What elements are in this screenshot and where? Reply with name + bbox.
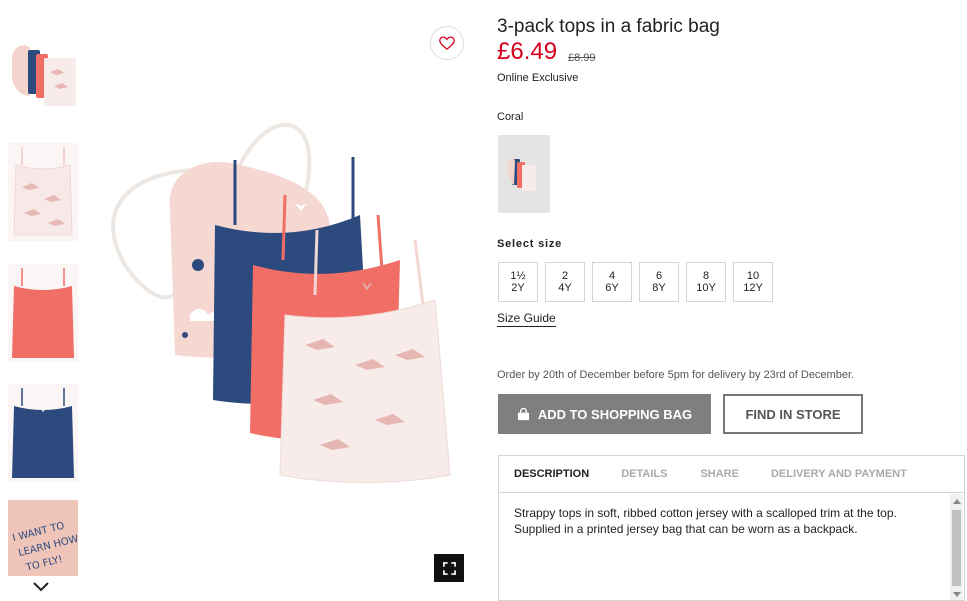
size-age-bottom: 2Y xyxy=(511,282,525,294)
favorite-button[interactable] xyxy=(430,26,464,60)
size-age-bottom: 6Y xyxy=(605,282,619,294)
scroll-up-arrow-icon[interactable] xyxy=(953,499,961,504)
info-tabs: DESCRIPTION DETAILS SHARE DELIVERY AND P… xyxy=(499,456,964,493)
thumbnail-pack-overview[interactable] xyxy=(8,38,78,110)
online-exclusive-badge: Online Exclusive xyxy=(497,72,579,84)
coral-top-image xyxy=(8,264,78,362)
tab-details[interactable]: DETAILS xyxy=(621,456,667,492)
main-product-image xyxy=(95,15,480,590)
product-illustration xyxy=(111,122,451,483)
size-age-top: 10 xyxy=(746,270,760,282)
thumbnail-white-bird-top[interactable] xyxy=(8,143,78,241)
size-age-bottom: 4Y xyxy=(558,282,572,294)
size-option[interactable]: 6 8Y xyxy=(639,262,679,302)
size-age-bottom: 8Y xyxy=(652,282,666,294)
tab-delivery-and-payment[interactable]: DELIVERY AND PAYMENT xyxy=(771,456,907,492)
size-age-top: 2 xyxy=(561,270,569,282)
thumbnail-pack-image xyxy=(12,45,76,106)
add-to-bag-button[interactable]: ADD TO SHOPPING BAG xyxy=(498,394,711,434)
swatch-image xyxy=(508,158,536,191)
navy-top-image xyxy=(8,384,78,482)
thumbnail-coral-top[interactable] xyxy=(8,264,78,362)
description-scrollbar[interactable] xyxy=(950,494,963,600)
size-options: 1½ 2Y 2 4Y 4 6Y 6 8Y 8 10Y 10 12Y xyxy=(498,262,773,302)
select-size-label: Select size xyxy=(497,238,563,250)
white-top-image xyxy=(8,143,78,241)
size-option[interactable]: 2 4Y xyxy=(545,262,585,302)
info-tabs-panel: DESCRIPTION DETAILS SHARE DELIVERY AND P… xyxy=(498,455,965,601)
color-name: Coral xyxy=(497,111,524,123)
delivery-cutoff-note: Order by 20th of December before 5pm for… xyxy=(497,369,855,381)
size-age-top: 6 xyxy=(655,270,663,282)
scrollbar-thumb[interactable] xyxy=(952,510,961,586)
product-title: 3-pack tops in a fabric bag xyxy=(497,16,720,37)
size-option[interactable]: 8 10Y xyxy=(686,262,726,302)
size-age-top: 1½ xyxy=(510,270,526,282)
size-guide-link[interactable]: Size Guide xyxy=(497,311,556,327)
tab-description[interactable]: DESCRIPTION xyxy=(514,456,589,492)
fullscreen-button[interactable] xyxy=(434,554,464,582)
find-in-store-button[interactable]: FIND IN STORE xyxy=(723,394,863,434)
expand-icon xyxy=(442,561,456,575)
size-option[interactable]: 4 6Y xyxy=(592,262,632,302)
add-to-bag-label: ADD TO SHOPPING BAG xyxy=(537,406,693,422)
thumbnails-next-button[interactable] xyxy=(30,578,52,596)
thumbnail-navy-top[interactable] xyxy=(8,384,78,482)
chevron-down-icon xyxy=(33,582,49,592)
product-details-panel: 3-pack tops in a fabric bag £6.49 £8.99 … xyxy=(497,0,967,601)
product-description: Strappy tops in soft, ribbed cotton jers… xyxy=(514,506,897,536)
color-swatch-coral[interactable] xyxy=(498,135,550,213)
size-age-top: 4 xyxy=(608,270,616,282)
original-price: £8.99 xyxy=(568,52,596,64)
thumbnail-bag-print[interactable]: I WANT TO LEARN HOW TO FLY! xyxy=(8,500,78,576)
size-option[interactable]: 1½ 2Y xyxy=(498,262,538,302)
size-age-bottom: 12Y xyxy=(743,282,763,294)
size-option[interactable]: 10 12Y xyxy=(733,262,773,302)
thumbnail-rail: I WANT TO LEARN HOW TO FLY! xyxy=(0,0,84,601)
size-age-bottom: 10Y xyxy=(696,282,716,294)
tab-share[interactable]: SHARE xyxy=(700,456,739,492)
bag-icon xyxy=(517,407,529,420)
heart-icon xyxy=(439,35,455,50)
product-price: £6.49 xyxy=(497,38,558,65)
bag-print-closeup-image: I WANT TO LEARN HOW TO FLY! xyxy=(8,500,78,576)
scroll-down-arrow-icon[interactable] xyxy=(953,592,961,597)
size-age-top: 8 xyxy=(702,270,710,282)
